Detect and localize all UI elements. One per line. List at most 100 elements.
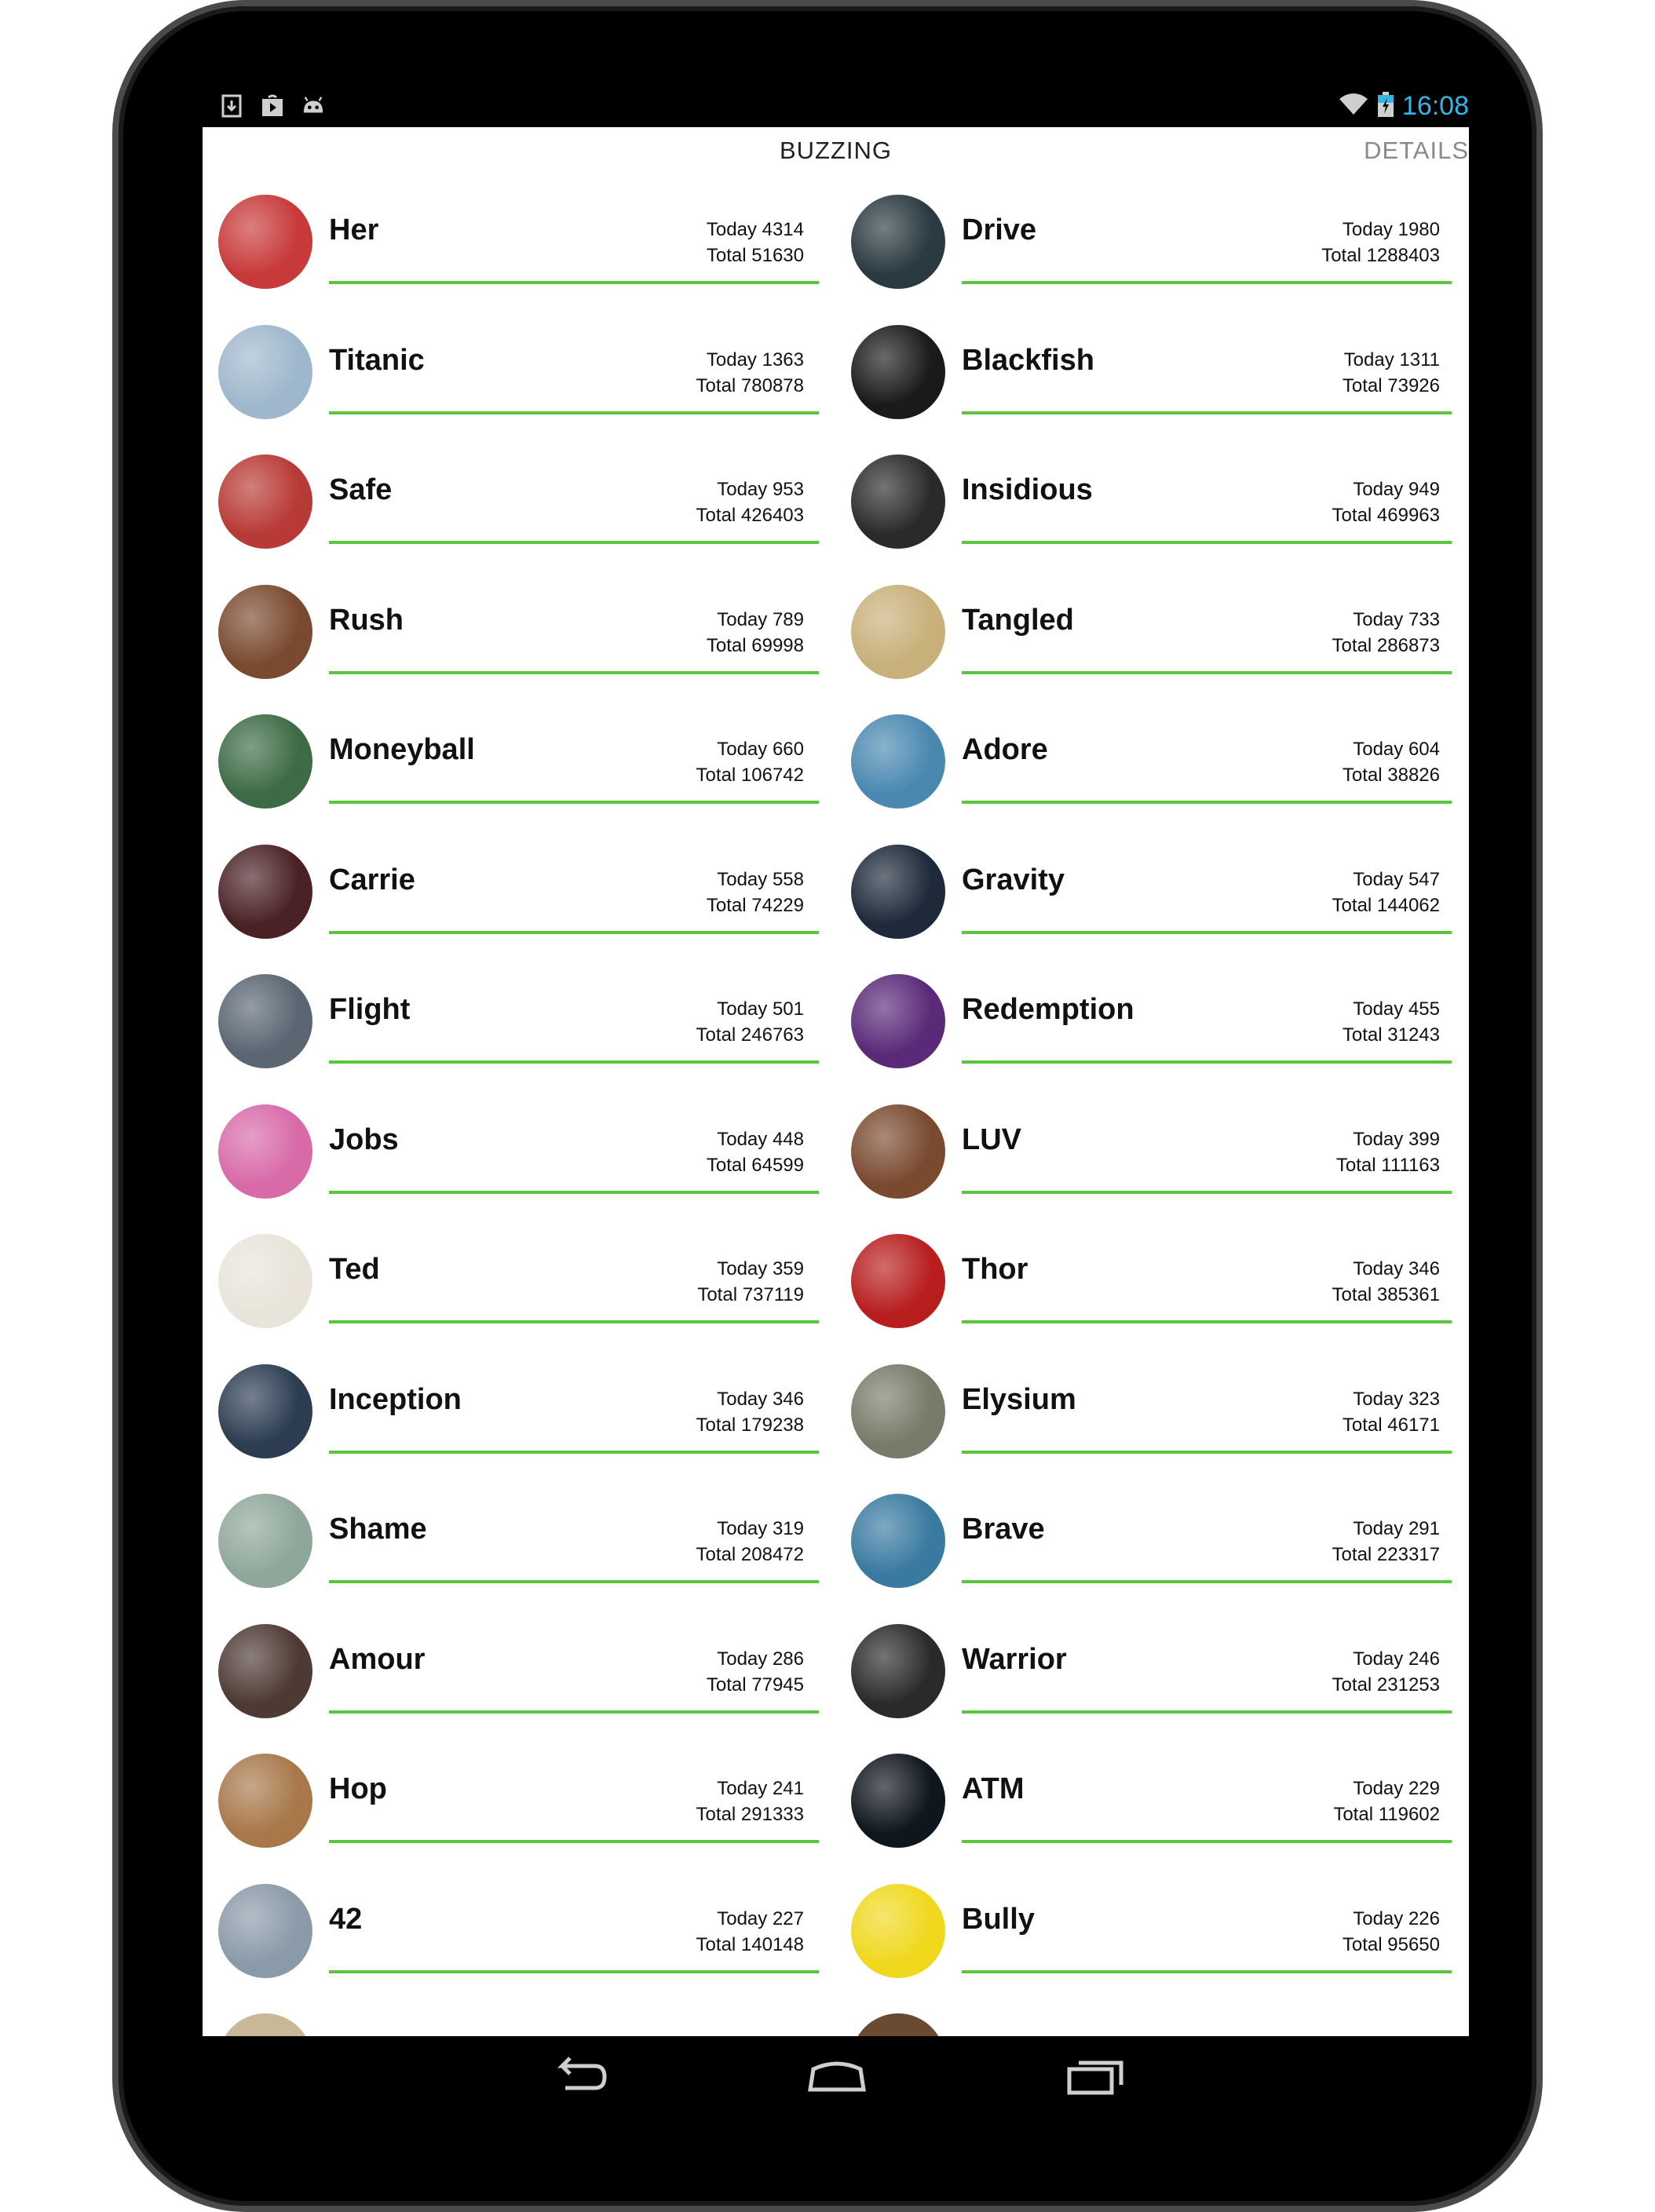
movie-stats: Today 4314 Total 51630 — [707, 217, 804, 268]
movie-poster — [851, 1883, 945, 1978]
movie-title: Safe — [329, 473, 393, 506]
movie-title: Titanic — [329, 343, 425, 377]
row-divider — [962, 1060, 1452, 1064]
status-time: 16:08 — [1401, 91, 1469, 121]
total-count: Total 119602 — [1333, 1804, 1440, 1825]
movie-item[interactable]: Adore Today 604 Total 38826 — [835, 699, 1456, 828]
today-count: Today 291 — [1353, 1518, 1440, 1539]
movie-item[interactable]: Redemption Today 455 Total 31243 — [835, 958, 1456, 1088]
row-divider — [329, 1840, 819, 1843]
movie-stats: Today 346 Total 385361 — [1332, 1256, 1440, 1308]
today-count: Today 547 — [1353, 868, 1440, 890]
movie-item[interactable]: Shame Today 319 Total 208472 — [203, 1478, 823, 1608]
today-count: Today 227 — [717, 1907, 804, 1929]
movie-stats: Today 227 Total 140148 — [696, 1906, 804, 1958]
today-count: Today 1980 — [1342, 219, 1440, 240]
movie-title: 42 — [329, 1902, 363, 1936]
back-icon[interactable] — [548, 2052, 611, 2099]
movie-item[interactable]: Moneyball Today 660 Total 106742 — [203, 699, 823, 828]
total-count: Total 291333 — [696, 1804, 804, 1825]
movie-poster — [851, 1234, 945, 1328]
movie-poster — [218, 974, 312, 1068]
movie-stats: Today 286 Total 77945 — [707, 1646, 804, 1698]
recents-icon[interactable] — [1065, 2052, 1127, 2099]
movie-title: Drive — [962, 214, 1037, 246]
movie-item[interactable]: Elysium Today 323 Total 46171 — [835, 1349, 1456, 1478]
total-count: Total 95650 — [1342, 1933, 1440, 1955]
movie-item[interactable]: Blackfish Today 1311 Total 73926 — [835, 309, 1456, 439]
movie-title: Insidious — [962, 473, 1093, 506]
movie-item[interactable]: Warrior Today 246 Total 231253 — [835, 1608, 1456, 1738]
navigation-bar — [203, 2036, 1469, 2115]
row-divider — [329, 281, 819, 284]
movie-stats: Today 660 Total 106742 — [696, 736, 804, 788]
movie-stats: Today 359 Total 737119 — [697, 1256, 804, 1308]
movie-item[interactable]: Her Today 4314 Total 51630 — [203, 179, 823, 308]
movie-item[interactable]: Amour Today 286 Total 77945 — [203, 1608, 823, 1738]
movie-item[interactable]: Brave Today 291 Total 223317 — [835, 1478, 1456, 1608]
movie-title: Moneyball — [329, 733, 475, 766]
today-count: Today 953 — [717, 479, 804, 500]
movie-item[interactable]: Gravity Today 547 Total 144062 — [835, 829, 1456, 958]
movie-item[interactable]: Inception Today 346 Total 179238 — [203, 1349, 823, 1478]
row-divider — [962, 281, 1452, 284]
total-count: Total 111163 — [1335, 1154, 1440, 1176]
movie-item[interactable]: Drive Today 1980 Total 1288403 — [835, 179, 1456, 308]
home-icon[interactable] — [806, 2052, 868, 2099]
total-count: Total 737119 — [697, 1284, 804, 1305]
movie-stats: Today 1311 Total 73926 — [1343, 347, 1440, 399]
total-count: Total 69998 — [706, 634, 804, 656]
movie-title: Rush — [329, 603, 404, 637]
row-divider — [962, 1710, 1452, 1714]
movie-stats: Today 1980 Total 1288403 — [1321, 217, 1440, 268]
row-divider — [962, 930, 1452, 934]
movie-item[interactable]: Thor Today 346 Total 385361 — [835, 1218, 1456, 1348]
movie-title: Bully — [962, 1902, 1035, 1936]
movie-title: Elysium — [962, 1382, 1076, 1416]
tab-buzzing[interactable]: BUZZING — [203, 137, 1469, 165]
today-count: Today 399 — [1353, 1128, 1440, 1150]
movie-poster — [218, 1754, 312, 1848]
movie-item[interactable]: Tangled Today 733 Total 286873 — [835, 569, 1456, 699]
movie-stats: Today 346 Total 179238 — [696, 1386, 804, 1438]
movie-poster — [851, 584, 945, 679]
play-store-icon — [261, 94, 284, 118]
movie-item[interactable]: Flight Today 501 Total 246763 — [203, 958, 823, 1088]
movie-poster — [218, 1494, 312, 1588]
row-divider — [962, 1969, 1452, 1973]
app-screen: BUZZING DETAILS Her Today 4314 Total 51630… — [203, 127, 1469, 2036]
movie-item[interactable]: Bully Today 226 Total 95650 — [835, 1868, 1456, 1998]
today-count: Today 241 — [717, 1778, 804, 1799]
today-count: Today 660 — [717, 739, 804, 760]
tab-details[interactable]: DETAILS — [1364, 137, 1469, 165]
movie-poster-partial — [218, 2013, 312, 2036]
movie-item[interactable]: Ted Today 359 Total 737119 — [203, 1218, 823, 1348]
today-count: Today 246 — [1353, 1648, 1440, 1670]
movie-poster — [851, 1494, 945, 1588]
movie-item[interactable]: LUV Today 399 Total 111163 — [835, 1089, 1456, 1218]
row-divider — [962, 1580, 1452, 1583]
movie-stats: Today 558 Total 74229 — [707, 867, 804, 918]
wifi-icon — [1338, 93, 1369, 120]
today-count: Today 1311 — [1343, 349, 1440, 370]
movie-item[interactable]: Titanic Today 1363 Total 780878 — [203, 309, 823, 439]
movie-item[interactable]: Hop Today 241 Total 291333 — [203, 1738, 823, 1867]
movie-item[interactable]: Jobs Today 448 Total 64599 — [203, 1089, 823, 1218]
today-count: Today 323 — [1353, 1388, 1440, 1410]
movie-poster — [218, 1623, 312, 1718]
movie-stats: Today 246 Total 231253 — [1332, 1646, 1440, 1698]
movie-stats: Today 1363 Total 780878 — [696, 347, 804, 399]
movie-item[interactable]: 42 Today 227 Total 140148 — [203, 1868, 823, 1998]
total-count: Total 140148 — [696, 1933, 804, 1955]
movie-poster — [218, 324, 312, 419]
movie-stats: Today 455 Total 31243 — [1343, 996, 1440, 1048]
movie-poster — [851, 1104, 945, 1199]
movie-item[interactable]: Rush Today 789 Total 69998 — [203, 569, 823, 699]
movie-item[interactable]: Insidious Today 949 Total 469963 — [835, 439, 1456, 568]
movie-item[interactable]: Carrie Today 558 Total 74229 — [203, 829, 823, 958]
today-count: Today 501 — [717, 998, 804, 1020]
row-divider — [329, 1450, 819, 1454]
total-count: Total 208472 — [696, 1544, 804, 1565]
movie-item[interactable]: Safe Today 953 Total 426403 — [203, 439, 823, 568]
movie-item[interactable]: ATM Today 229 Total 119602 — [835, 1738, 1456, 1867]
